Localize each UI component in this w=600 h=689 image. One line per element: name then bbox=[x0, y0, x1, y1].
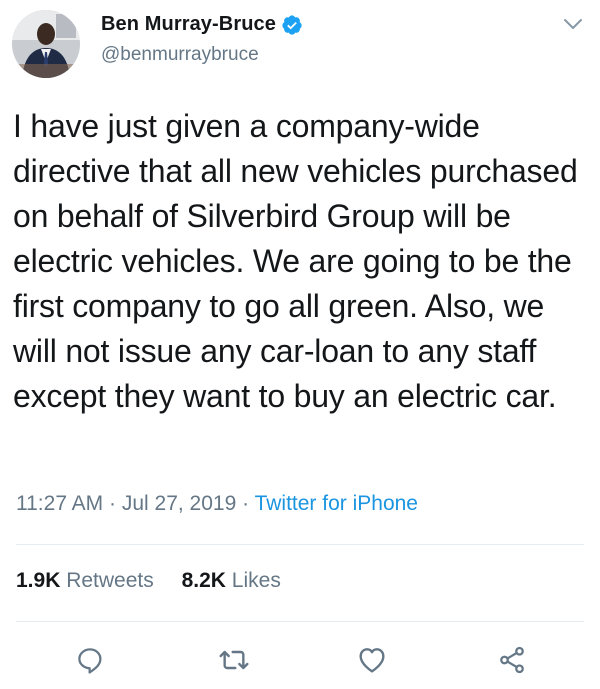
divider bbox=[16, 621, 584, 622]
likes-stat[interactable]: 8.2K Likes bbox=[182, 569, 281, 593]
more-options-chevron-down-icon[interactable] bbox=[562, 16, 584, 32]
profile-photo-icon bbox=[12, 10, 80, 78]
likes-label: Likes bbox=[231, 569, 281, 592]
like-button[interactable] bbox=[352, 640, 392, 680]
tweet-time[interactable]: 11:27 AM bbox=[16, 492, 103, 515]
retweet-button[interactable] bbox=[214, 640, 254, 680]
heart-icon bbox=[359, 648, 385, 673]
retweets-stat[interactable]: 1.9K Retweets bbox=[16, 569, 154, 593]
verified-badge-icon bbox=[281, 14, 303, 36]
retweet-icon bbox=[219, 650, 249, 670]
tweet-text: I have just given a company-wide directi… bbox=[13, 108, 578, 414]
tweet-source-link[interactable]: Twitter for iPhone bbox=[255, 492, 418, 515]
action-bar bbox=[0, 640, 600, 680]
author-display-name[interactable]: Ben Murray-Bruce bbox=[101, 13, 276, 36]
share-icon bbox=[500, 646, 524, 674]
likes-count: 8.2K bbox=[181, 569, 226, 592]
tweet-date[interactable]: Jul 27, 2019 bbox=[122, 492, 236, 515]
reply-icon bbox=[78, 648, 102, 674]
tweet-stats: 1.9K Retweets 8.2K Likes bbox=[16, 569, 281, 593]
tweet-meta: 11:27 AM · Jul 27, 2019 · Twitter for iP… bbox=[16, 492, 418, 516]
retweets-label: Retweets bbox=[66, 569, 154, 592]
retweets-count: 1.9K bbox=[16, 569, 61, 592]
avatar[interactable] bbox=[12, 10, 80, 78]
author-handle[interactable]: @benmurraybruce bbox=[101, 44, 259, 66]
meta-separator: · bbox=[242, 492, 255, 515]
meta-separator: · bbox=[109, 492, 122, 515]
reply-button[interactable] bbox=[70, 640, 110, 680]
divider bbox=[16, 544, 584, 545]
share-button[interactable] bbox=[492, 640, 532, 680]
author-name-row[interactable]: Ben Murray-Bruce bbox=[101, 13, 303, 36]
